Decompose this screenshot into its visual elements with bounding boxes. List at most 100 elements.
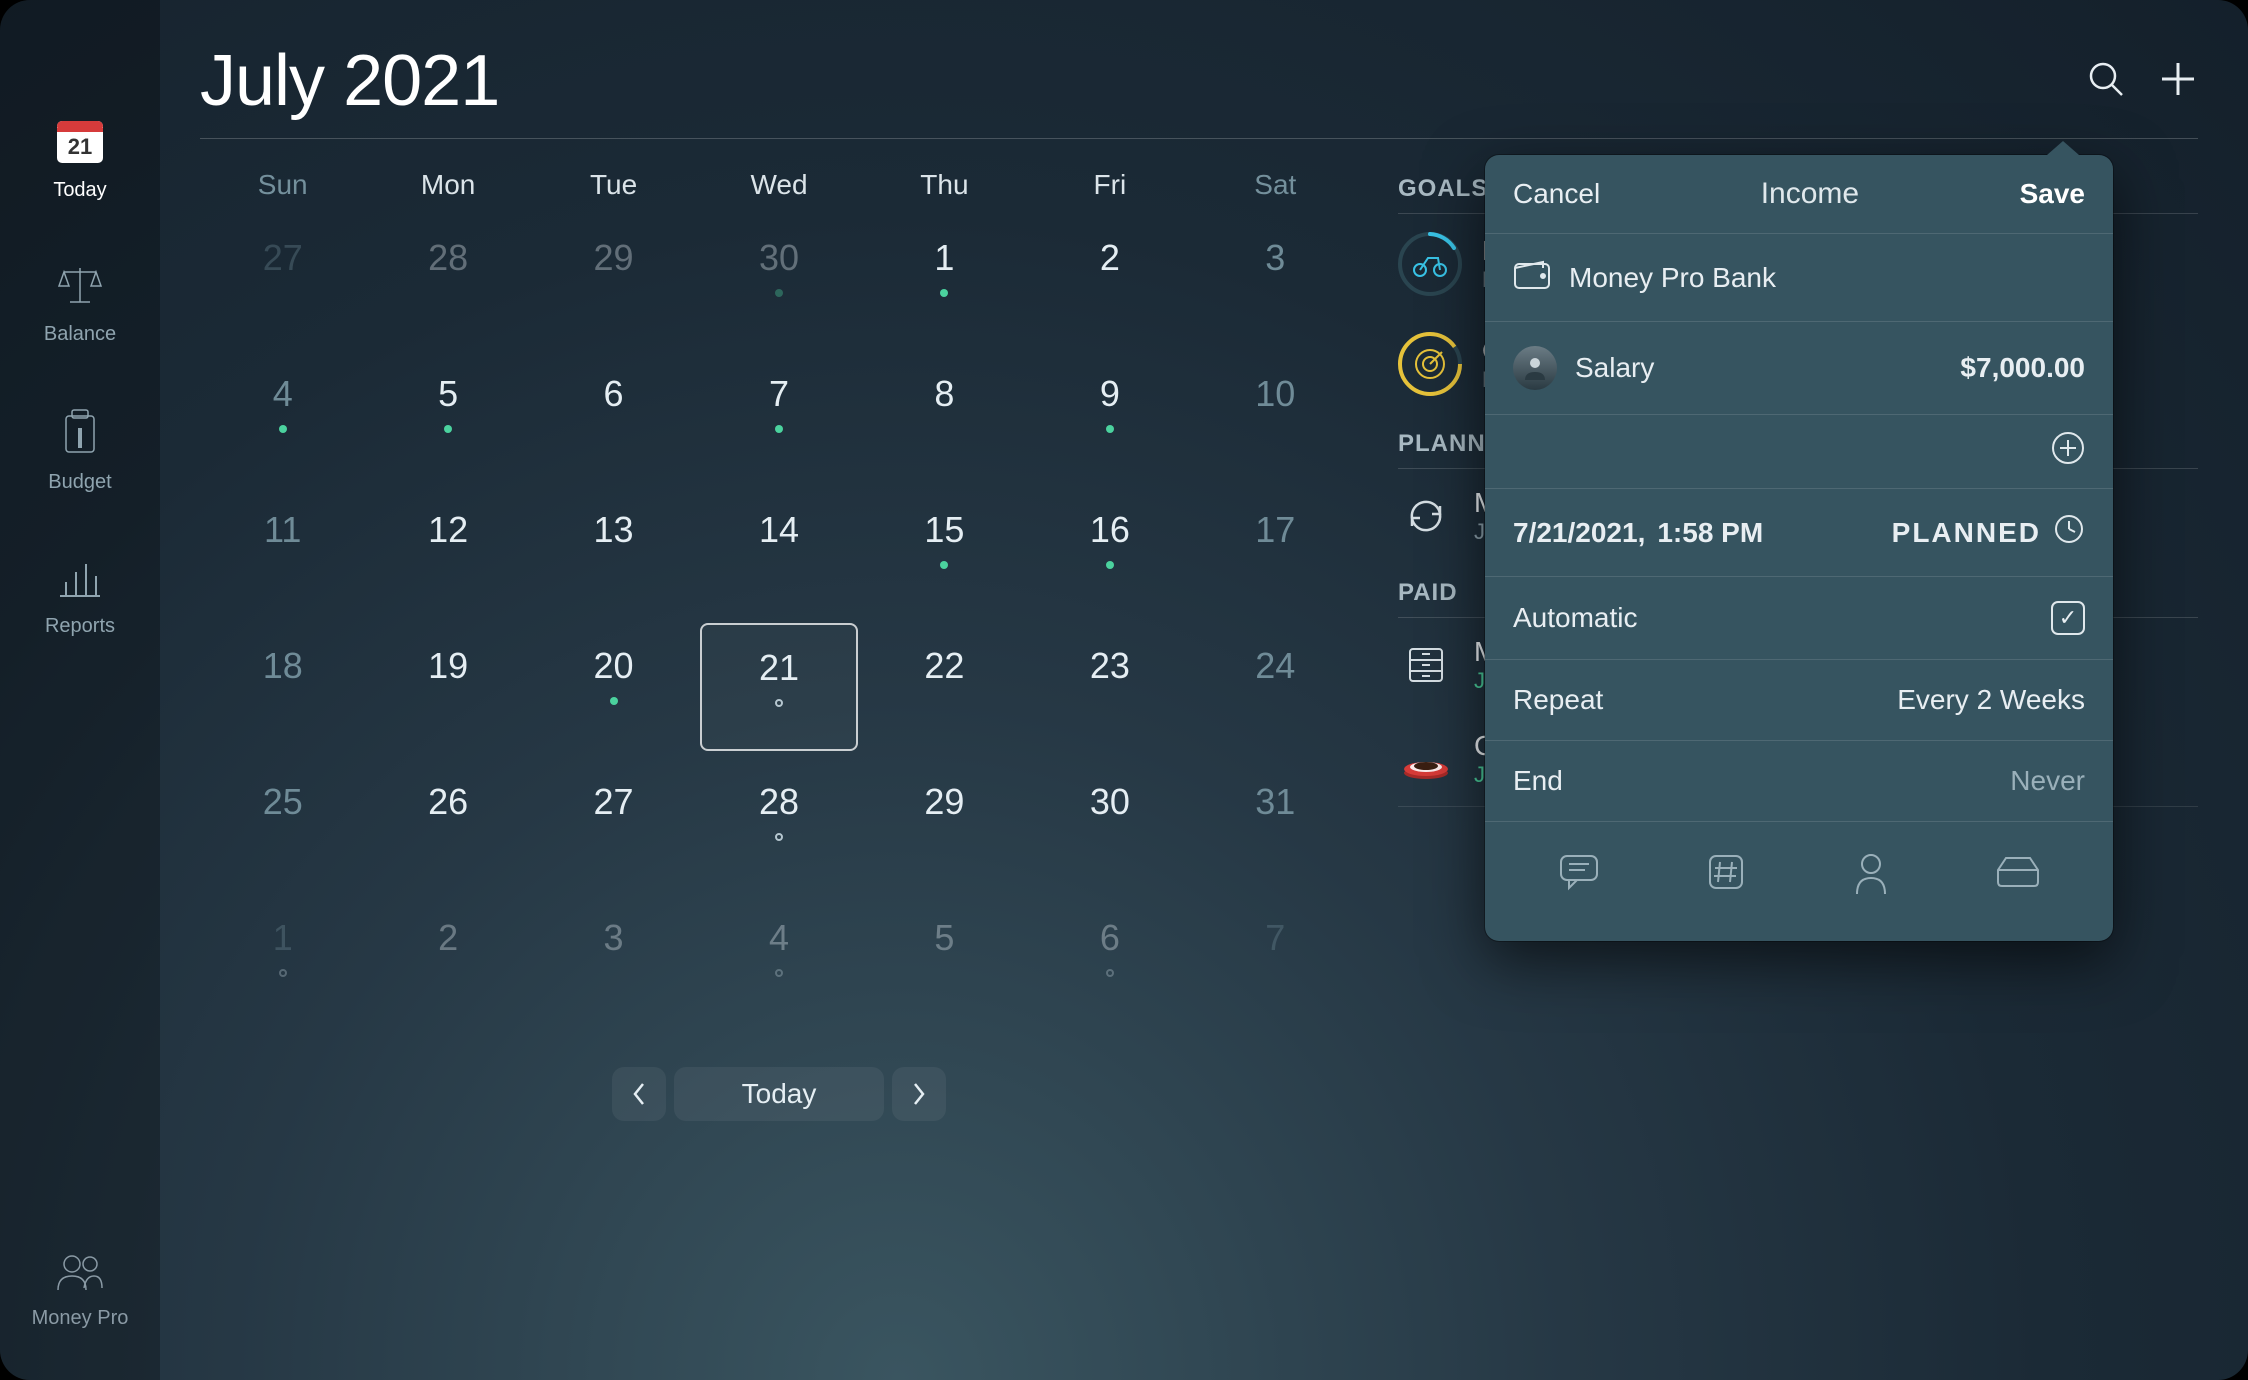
today-button[interactable]: Today	[674, 1067, 884, 1121]
calendar-day[interactable]: 31	[1193, 755, 1358, 891]
popover-type[interactable]: Income	[1761, 177, 1859, 211]
automatic-row[interactable]: Automatic ✓	[1485, 576, 2113, 659]
calendar-day[interactable]: 3	[531, 891, 696, 1027]
event-dot	[1106, 561, 1114, 569]
calendar-day[interactable]: 25	[200, 755, 365, 891]
hashtag-icon[interactable]	[1704, 852, 1748, 901]
clock-icon	[2053, 513, 2085, 552]
calendar-day[interactable]: 8	[862, 347, 1027, 483]
calendar-day[interactable]: 2	[1027, 211, 1192, 347]
app-window: 21 Today Balance	[0, 0, 2248, 1380]
calendar-day[interactable]: 29	[531, 211, 696, 347]
calendar-day[interactable]: 29	[862, 755, 1027, 891]
add-split-row[interactable]	[1485, 414, 2113, 488]
calendar-day[interactable]: 1	[200, 891, 365, 1027]
calendar-day[interactable]: 13	[531, 483, 696, 619]
calendar-day[interactable]: 17	[1193, 483, 1358, 619]
sidebar-app-label: Money Pro	[32, 1307, 129, 1330]
agent-icon[interactable]	[1851, 852, 1891, 901]
weekday-label: Sat	[1193, 169, 1358, 201]
calendar-day[interactable]: 30	[1027, 755, 1192, 891]
account-name: Money Pro Bank	[1569, 262, 1776, 294]
planned-dot	[1106, 969, 1114, 977]
calendar: SunMonTueWedThuFriSat 272829301234567891…	[200, 139, 1398, 1121]
calendar-day[interactable]: 7	[696, 347, 861, 483]
calendar-day[interactable]: 18	[200, 619, 365, 755]
sidebar-today-label: Today	[53, 179, 106, 202]
calendar-day[interactable]: 20	[531, 619, 696, 755]
calendar-day[interactable]: 6	[1027, 891, 1192, 1027]
end-row[interactable]: End Never	[1485, 740, 2113, 821]
calendar-day[interactable]: 27	[531, 755, 696, 891]
calendar-day[interactable]: 1	[862, 211, 1027, 347]
automatic-checkbox[interactable]: ✓	[2051, 601, 2085, 635]
calendar-day[interactable]: 3	[1193, 211, 1358, 347]
calendar-day[interactable]: 11	[200, 483, 365, 619]
calendar-day[interactable]: 9	[1027, 347, 1192, 483]
calendar-day[interactable]: 23	[1027, 619, 1192, 755]
note-icon[interactable]	[1557, 852, 1601, 901]
event-dot	[279, 425, 287, 433]
search-icon[interactable]	[2086, 59, 2126, 104]
save-button[interactable]: Save	[2020, 178, 2085, 210]
coffee-icon	[1398, 731, 1454, 787]
prev-month-button[interactable]	[612, 1067, 666, 1121]
calendar-day[interactable]: 27	[200, 211, 365, 347]
weekday-label: Mon	[365, 169, 530, 201]
event-dot	[775, 289, 783, 297]
repeat-label: Repeat	[1513, 684, 1603, 716]
calendar-day[interactable]: 22	[862, 619, 1027, 755]
datetime-row[interactable]: 7/21/2021, 1:58 PM PLANNED	[1485, 488, 2113, 576]
calendar-day[interactable]: 30	[696, 211, 861, 347]
calendar-day[interactable]: 28	[365, 211, 530, 347]
bar-chart-icon	[56, 556, 104, 605]
transaction-popover: Cancel Income Save Money Pro Bank	[1485, 155, 2113, 941]
cancel-button[interactable]: Cancel	[1513, 178, 1600, 210]
event-dot	[940, 289, 948, 297]
calendar-day[interactable]: 12	[365, 483, 530, 619]
calendar-day[interactable]: 14	[696, 483, 861, 619]
calendar-day[interactable]: 15	[862, 483, 1027, 619]
sidebar-item-balance[interactable]: Balance	[44, 264, 116, 346]
weekday-label: Tue	[531, 169, 696, 201]
sidebar-reports-label: Reports	[45, 615, 115, 638]
calendar-day[interactable]: 6	[531, 347, 696, 483]
plus-circle-icon	[2051, 431, 2085, 472]
calendar-day[interactable]: 5	[862, 891, 1027, 1027]
people-icon	[54, 1252, 106, 1297]
calendar-day[interactable]: 7	[1193, 891, 1358, 1027]
sidebar: 21 Today Balance	[0, 0, 160, 1380]
page-title: July 2021	[200, 40, 499, 122]
calendar-day[interactable]: 21	[700, 623, 857, 751]
category-row[interactable]: Salary $7,000.00	[1485, 321, 2113, 414]
calendar-day[interactable]: 4	[696, 891, 861, 1027]
calendar-day[interactable]: 2	[365, 891, 530, 1027]
event-dot	[940, 561, 948, 569]
sidebar-item-today[interactable]: 21 Today	[53, 120, 106, 202]
sidebar-item-reports[interactable]: Reports	[45, 556, 115, 638]
sidebar-item-budget[interactable]: Budget	[48, 408, 111, 494]
calendar-day[interactable]: 26	[365, 755, 530, 891]
sidebar-budget-label: Budget	[48, 471, 111, 494]
add-icon[interactable]	[2158, 59, 2198, 104]
account-row[interactable]: Money Pro Bank	[1485, 233, 2113, 321]
header: July 2021	[200, 40, 2198, 139]
calendar-day[interactable]: 5	[365, 347, 530, 483]
calendar-day[interactable]: 16	[1027, 483, 1192, 619]
calendar-day[interactable]: 19	[365, 619, 530, 755]
next-month-button[interactable]	[892, 1067, 946, 1121]
calendar-day[interactable]: 24	[1193, 619, 1358, 755]
planned-dot	[279, 969, 287, 977]
balance-scale-icon	[56, 264, 104, 313]
end-label: End	[1513, 765, 1563, 797]
sidebar-item-profile[interactable]: Money Pro	[32, 1252, 129, 1330]
calendar-day[interactable]: 10	[1193, 347, 1358, 483]
end-value: Never	[2010, 765, 2085, 797]
calendar-day[interactable]: 28	[696, 755, 861, 891]
weekday-label: Sun	[200, 169, 365, 201]
repeat-value: Every 2 Weeks	[1897, 684, 2085, 716]
weekday-label: Wed	[696, 169, 861, 201]
repeat-row[interactable]: Repeat Every 2 Weeks	[1485, 659, 2113, 740]
calendar-day[interactable]: 4	[200, 347, 365, 483]
attachment-icon[interactable]	[1994, 852, 2042, 901]
